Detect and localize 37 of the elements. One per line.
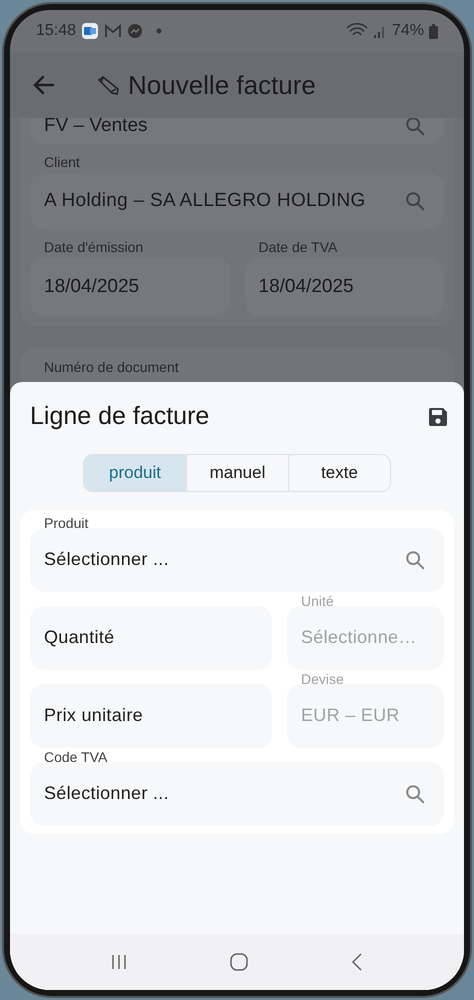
search-icon[interactable] [404,548,426,570]
client-field[interactable]: A Holding – SA ALLEGRO HOLDING [30,173,444,229]
recent-apps-icon[interactable] [110,953,128,971]
search-icon[interactable] [404,190,426,212]
field-label: Produit [43,516,90,530]
field-label: Code TVA [43,750,108,764]
segment-tab[interactable]: produit [84,454,186,490]
field-label: Numéro de document [44,359,179,375]
status-time: 15:48 [36,21,76,41]
pencil-icon [96,75,120,95]
field-label: Date d'émission [43,238,144,257]
home-icon[interactable] [228,952,249,972]
back-arrow-icon [33,75,55,95]
battery-icon [429,24,438,38]
date-field[interactable]: 18/04/2025 [244,258,444,316]
search-icon[interactable] [404,782,426,804]
dot-icon [156,28,162,34]
field-label: Client [43,153,81,172]
input-field[interactable]: Prix unitaire [30,684,272,748]
chat-bubble-icon [127,23,144,39]
segment-tab[interactable]: texte [288,454,390,490]
field-label: Date de TVA [258,238,338,257]
journal-value: FV – Ventes [44,114,149,138]
back-icon[interactable] [350,952,364,972]
mail-app-icon [81,22,100,40]
search-field[interactable]: Sélectionner ... [30,762,444,826]
field-label: Unité [300,594,335,608]
sheet-title: Ligne de facture [30,401,210,432]
back-button[interactable] [32,73,56,97]
input-field[interactable]: Quantité [30,606,272,670]
field-label: Devise [300,672,345,686]
envelope-icon [104,24,122,38]
search-field[interactable]: Sélectionner ... [30,528,444,592]
page-title: Nouvelle facture [128,68,316,102]
battery-percent: 74% [392,21,424,41]
search-icon[interactable] [404,115,426,137]
date-field[interactable]: 18/04/2025 [30,258,230,316]
